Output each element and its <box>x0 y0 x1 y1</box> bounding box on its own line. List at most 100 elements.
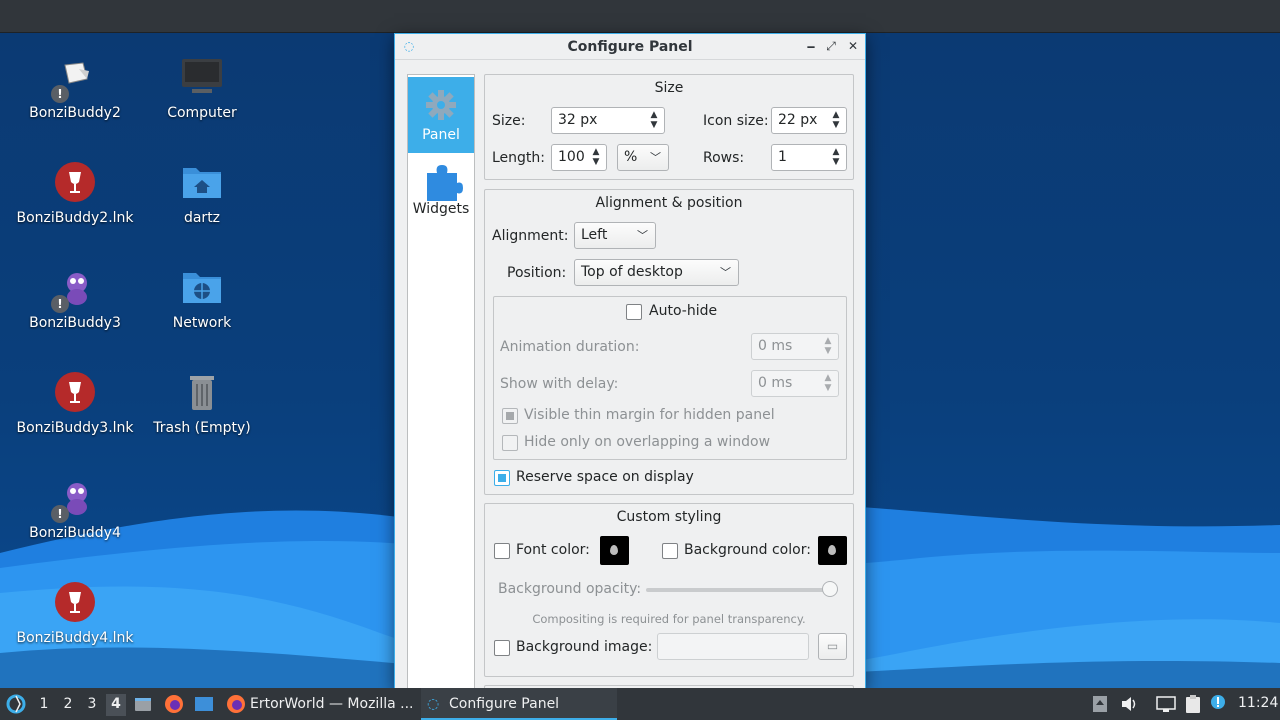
clipboard-icon[interactable] <box>1184 694 1202 718</box>
size-spinbox[interactable]: 32 px ▲ ▼ <box>551 107 665 134</box>
desktop-icon-dartz[interactable]: dartz <box>127 160 277 226</box>
rows-label: Rows: <box>703 150 745 166</box>
workspace-2[interactable]: 2 <box>58 694 78 716</box>
tray-eject-icon[interactable] <box>1092 695 1108 717</box>
animation-duration-spinbox[interactable]: 0 ms ▲ ▼ <box>751 333 839 360</box>
custom-styling-group: Custom styling Font color: Background co… <box>484 503 854 677</box>
update-notifier-icon[interactable] <box>1210 694 1226 714</box>
network-folder-icon <box>180 265 224 309</box>
desktop-icon-trash[interactable]: Trash (Empty) <box>127 370 277 436</box>
spin-arrows-icon[interactable]: ▲ ▼ <box>822 373 834 393</box>
desktop-icon-network[interactable]: Network <box>127 265 277 331</box>
spin-arrows-icon[interactable]: ▲ ▼ <box>830 110 842 130</box>
desktop-icon-bonzibuddy4-lnk[interactable]: BonziBuddy4.lnk <box>0 580 150 646</box>
background-color-button[interactable] <box>818 536 847 565</box>
file-manager-launcher-icon[interactable] <box>134 696 152 716</box>
firefox-launcher-icon[interactable] <box>164 694 184 718</box>
puzzle-icon <box>421 159 463 201</box>
workspace-3[interactable]: 3 <box>82 694 102 716</box>
group-title: Alignment & position <box>595 195 743 211</box>
window-title: Configure Panel <box>567 39 693 55</box>
sidebar-item-panel[interactable]: Panel <box>408 77 474 153</box>
size-label: Size: <box>492 113 526 129</box>
overlap-checkbox[interactable] <box>502 435 518 451</box>
lxqt-logo-icon <box>6 694 26 714</box>
alignment-combobox[interactable]: Left ﹀ <box>574 222 656 249</box>
reserve-space-checkbox[interactable] <box>494 470 510 486</box>
show-delay-label: Show with delay: <box>500 376 619 392</box>
spin-arrows-icon[interactable]: ▲ ▼ <box>822 336 834 356</box>
alignment-position-group: Alignment & position Alignment: Left ﹀ P… <box>484 189 854 495</box>
background-image-path-field[interactable] <box>657 633 809 660</box>
spin-arrows-icon[interactable]: ▲ ▼ <box>830 147 842 167</box>
font-color-button[interactable] <box>600 536 629 565</box>
gear-icon <box>421 85 461 125</box>
autohide-frame: Auto-hide Animation duration: 0 ms ▲ ▼ Sh… <box>493 296 847 460</box>
home-folder-icon <box>180 160 224 204</box>
group-title: Custom styling <box>616 509 722 525</box>
close-button[interactable]: ✕ <box>845 38 861 54</box>
desktop-icon-computer[interactable]: Computer <box>127 55 277 121</box>
chevron-down-icon: ﹀ <box>650 151 661 164</box>
network-tray-icon[interactable] <box>1156 695 1176 717</box>
length-unit-combobox[interactable]: % ﹀ <box>617 144 669 171</box>
sidebar-item-widgets[interactable]: Widgets <box>408 157 474 231</box>
workspace-1[interactable]: 1 <box>34 694 54 716</box>
sidebar-item-label: Panel <box>422 127 460 143</box>
wine-icon <box>53 370 97 414</box>
thin-margin-label: Visible thin margin for hidden panel <box>524 407 775 423</box>
sidebar-item-label: Widgets <box>412 201 470 217</box>
background-color-label: Background color: <box>684 542 811 558</box>
wine-icon <box>53 580 97 624</box>
background-opacity-label: Background opacity: <box>498 581 642 597</box>
background-color-checkbox[interactable] <box>662 543 678 559</box>
settings-sidebar: Panel Widgets <box>407 74 475 690</box>
clock[interactable]: 11:24 <box>1238 695 1278 711</box>
font-color-checkbox[interactable] <box>494 543 510 559</box>
compositing-note: Compositing is required for panel transp… <box>532 612 806 626</box>
browse-image-button[interactable]: ▭ <box>818 633 847 660</box>
position-label: Position: <box>507 265 567 281</box>
trash-icon <box>180 370 224 414</box>
background-image-label: Background image: <box>516 639 653 655</box>
thin-margin-checkbox[interactable] <box>502 408 518 424</box>
font-color-label: Font color: <box>516 542 590 558</box>
maximize-button[interactable]: ⤢ <box>823 38 839 54</box>
spin-arrows-icon[interactable]: ▲ ▼ <box>590 147 602 167</box>
task-configure-panel[interactable]: ◌ Configure Panel <box>421 688 617 720</box>
volume-icon[interactable] <box>1120 695 1138 717</box>
autohide-checkbox[interactable] <box>626 304 642 320</box>
workspace-4[interactable]: 4 <box>106 694 126 716</box>
background-opacity-slider[interactable] <box>646 581 838 597</box>
lxqt-icon: ◌ <box>427 696 440 712</box>
slider-handle[interactable] <box>822 581 838 597</box>
desktop-icon-bonzibuddy4[interactable]: ! BonziBuddy4 <box>0 475 150 541</box>
task-firefox[interactable]: ErtorWorld — Mozilla ... <box>222 688 418 720</box>
bonzi-shortcut-icon: ! <box>51 475 97 523</box>
icon-size-label: Icon size: <box>703 113 769 129</box>
top-bar <box>0 0 1280 33</box>
length-label: Length: <box>492 150 546 166</box>
chevron-down-icon: ﹀ <box>637 229 648 242</box>
length-spinbox[interactable]: 100 ▲ ▼ <box>551 144 607 171</box>
folder-icon: ▭ <box>826 639 839 653</box>
position-combobox[interactable]: Top of desktop ﹀ <box>574 259 739 286</box>
minimize-button[interactable]: 🗕 <box>803 38 819 54</box>
rows-spinbox[interactable]: 1 ▲ ▼ <box>771 144 847 171</box>
autohide-label: Auto-hide <box>649 303 718 319</box>
reserve-space-label: Reserve space on display <box>516 469 694 485</box>
firefox-icon <box>227 695 245 713</box>
background-image-checkbox[interactable] <box>494 640 510 656</box>
group-title: Size <box>654 80 684 96</box>
bonzi-shortcut-icon: ! <box>51 55 97 103</box>
animation-duration-label: Animation duration: <box>500 339 640 355</box>
icon-size-spinbox[interactable]: 22 px ▲ ▼ <box>771 107 847 134</box>
title-bar[interactable]: ◌ Configure Panel 🗕 ⤢ ✕ <box>395 34 865 60</box>
computer-icon <box>180 55 224 99</box>
spin-arrows-icon[interactable]: ▲ ▼ <box>648 110 660 130</box>
main-menu-button[interactable] <box>6 694 26 718</box>
wine-icon <box>53 160 97 204</box>
show-delay-spinbox[interactable]: 0 ms ▲ ▼ <box>751 370 839 397</box>
desktop-launcher-icon[interactable] <box>194 696 214 716</box>
taskbar: 1 2 3 4 ErtorWorld — Mozilla ... ◌ Confi… <box>0 688 1280 720</box>
